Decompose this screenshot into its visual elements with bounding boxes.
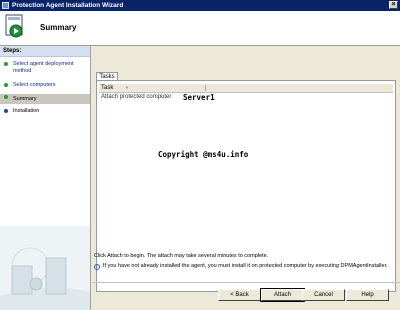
wizard-install-icon (5, 14, 23, 38)
column-separator[interactable] (205, 85, 206, 91)
task-column-header[interactable]: Task ▼ (99, 84, 393, 93)
task-value-cell: Server1 (183, 93, 215, 102)
step-installation[interactable]: Installation (0, 108, 90, 116)
step-label: Select agent deployment method (13, 61, 74, 74)
main-panel: Tasks Task ▼ Attach protected computer S… (92, 46, 400, 310)
step-done-icon (4, 62, 8, 66)
steps-heading: Steps: (0, 46, 90, 57)
servers-illustration (0, 226, 90, 310)
tasks-panel: Task ▼ Attach protected computer Server1 (96, 80, 396, 292)
step-select-computers[interactable]: Select computers (0, 82, 90, 90)
step-label: Installation (13, 108, 40, 114)
step-label: Summary (13, 95, 37, 102)
step-current-icon (4, 95, 8, 99)
steps-panel: Steps: Select agent deployment method Se… (0, 46, 91, 310)
wizard-window: Protection Agent Installation Wizard × S… (0, 0, 400, 310)
step-pending-icon (4, 109, 8, 113)
sort-icon: ▼ (125, 85, 129, 90)
wizard-header: Summary (0, 11, 400, 46)
step-label: Select computers (13, 82, 56, 88)
table-row[interactable]: Attach protected computer Server1 (99, 93, 393, 102)
copyright-watermark: Copyright @ms4u.info (158, 150, 249, 159)
title-bar: Protection Agent Installation Wizard × (0, 0, 400, 11)
info-icon: i (94, 264, 100, 270)
window-title: Protection Agent Installation Wizard (12, 2, 124, 9)
button-bar-divider (92, 282, 400, 283)
step-select-agent-deployment-method[interactable]: Select agent deployment method (0, 61, 90, 75)
info-text: Click Attach to begin. The attach may ta… (94, 253, 269, 259)
column-header-label: Task (101, 85, 114, 91)
close-button[interactable]: × (389, 1, 398, 9)
install-note: If you have not already installed the ag… (103, 263, 388, 269)
steps-heading-label: Steps: (3, 48, 22, 54)
step-done-icon (4, 83, 8, 87)
app-icon (2, 2, 9, 9)
back-button[interactable]: < Back (218, 289, 261, 301)
help-button[interactable]: Help (346, 289, 389, 301)
task-cell: Attach protected computer (101, 94, 172, 100)
cancel-button[interactable]: Cancel (302, 289, 345, 301)
step-summary[interactable]: Summary (0, 94, 90, 104)
attach-button[interactable]: Attach (260, 288, 305, 302)
page-title: Summary (40, 23, 77, 32)
